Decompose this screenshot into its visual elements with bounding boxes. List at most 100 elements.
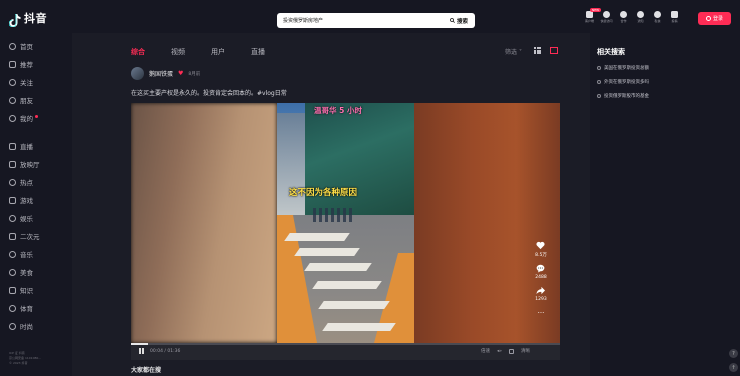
more-button[interactable]: ...: [538, 308, 545, 315]
sidebar-item-label: 音乐: [20, 251, 33, 259]
footer-line[interactable]: © 2023 抖音: [9, 361, 41, 366]
sidebar-item-follow[interactable]: 关注: [9, 77, 33, 87]
logo-text: 抖音: [24, 12, 47, 25]
sidebar-item-sports[interactable]: 体育: [9, 303, 33, 313]
video-overlay-top: 温哥华 5 小时: [314, 106, 362, 115]
notification-button[interactable]: 通知: [632, 11, 649, 23]
speed-button[interactable]: 倍速: [481, 348, 490, 354]
sidebar-footer: ICP 证 抖音 京公网安备 1101080... © 2023 抖音: [9, 351, 41, 366]
filter-button[interactable]: 筛选 ˅: [505, 47, 522, 56]
sidebar-item-label: 美食: [20, 269, 33, 277]
upload-button[interactable]: 投稿: [666, 11, 683, 23]
video-player[interactable]: 温哥华 5 小时 这不因为各种原因 8.5万 2488 1293 ... 00:…: [131, 103, 560, 360]
quick-access-label: 快捷访问: [600, 19, 613, 23]
sidebar-item-label: 体育: [20, 305, 33, 313]
download-icon: [586, 11, 593, 18]
related-panel: 相关搜索 美国在俄罗斯投资总额 外资在俄罗斯投资多吗 投资俄罗斯股市的基金: [590, 33, 740, 376]
quick-access-button[interactable]: 快捷访问: [598, 11, 615, 23]
sidebar-item-label: 二次元: [20, 233, 40, 241]
sidebar-item-anime[interactable]: 二次元: [9, 231, 40, 241]
sidebar-item-hot[interactable]: 热点: [9, 177, 33, 187]
tab-user[interactable]: 用户: [211, 47, 251, 57]
login-label: 登录: [712, 16, 723, 22]
live-icon: [9, 142, 16, 150]
sidebar-item-mine[interactable]: 我的: [9, 113, 38, 123]
related-item[interactable]: 外资在俄罗斯投资多吗: [597, 79, 649, 85]
sidebar-item-knowledge[interactable]: 知识: [9, 285, 33, 295]
sidebar-item-food[interactable]: 美食: [9, 267, 33, 277]
login-button[interactable]: 登录: [698, 12, 731, 25]
sidebar-item-label: 知识: [20, 287, 33, 295]
comment-button[interactable]: 2488: [535, 264, 547, 280]
related-item[interactable]: 投资俄罗斯股市的基金: [597, 93, 649, 99]
list-view-icon[interactable]: [550, 47, 558, 54]
share-count: 1293: [535, 297, 547, 302]
post-caption[interactable]: 在这买主要产权是永久的。投资肯定会回本的。#vlog日常: [131, 88, 287, 97]
message-button[interactable]: 私信: [649, 11, 666, 23]
sidebar-item-label: 推荐: [20, 61, 33, 69]
back-to-top-icon[interactable]: ↑: [729, 363, 738, 372]
grid-view-icon[interactable]: [534, 47, 541, 54]
douyin-logo-icon: [8, 12, 21, 27]
tab-live[interactable]: 直播: [251, 47, 291, 57]
unread-dot: [35, 114, 38, 118]
ball-icon: [9, 304, 16, 312]
upload-icon: [671, 11, 678, 18]
tab-video[interactable]: 视频: [171, 47, 211, 57]
sidebar-item-label: 时尚: [20, 323, 33, 331]
friends-icon: [9, 96, 16, 104]
help-icon[interactable]: ?: [729, 349, 738, 358]
logo[interactable]: 抖音: [8, 10, 47, 27]
star-icon: [603, 11, 610, 18]
sidebar-item-game[interactable]: 游戏: [9, 195, 33, 205]
avatar[interactable]: [131, 67, 144, 80]
sidebar-item-label: 放映厅: [20, 161, 40, 169]
sidebar-item-label: 我的: [20, 115, 33, 123]
post-author: 鹅国铁蛋 ♥ 8月前: [131, 67, 200, 80]
sidebar-item-home[interactable]: 首页: [9, 41, 33, 51]
top-bar: 抖音 搜索 NEW 客户端 快捷访问 合作: [0, 0, 740, 33]
search-input[interactable]: [277, 13, 450, 28]
person-icon: [9, 78, 16, 86]
video-frame: [277, 103, 414, 343]
filter-label: 筛选: [505, 49, 518, 56]
sidebar-item-cinema[interactable]: 放映厅: [9, 159, 40, 169]
tab-general[interactable]: 综合: [131, 47, 171, 57]
search-icon: [597, 80, 601, 84]
sidebar-item-fashion[interactable]: 时尚: [9, 321, 33, 331]
sidebar-item-label: 游戏: [20, 197, 33, 205]
sidebar-item-music[interactable]: 音乐: [9, 249, 33, 259]
like-button[interactable]: 8.5万: [535, 241, 547, 258]
quality-button[interactable]: 清晰: [521, 348, 530, 354]
pause-icon[interactable]: [139, 348, 144, 354]
sidebar-item-live[interactable]: 直播: [9, 141, 33, 151]
sidebar: 首页 推荐 关注 朋友 我的 直播 放映厅 热点 游戏 娱乐 二次元 音乐 美食…: [0, 33, 72, 376]
bell-icon: [637, 11, 644, 18]
related-item[interactable]: 美国在俄罗斯投资总额: [597, 65, 649, 71]
author-name[interactable]: 鹅国铁蛋: [149, 69, 173, 78]
progress-bar[interactable]: [131, 343, 560, 345]
playback-time: 00:04 / 01:36: [150, 349, 181, 354]
sidebar-item-entertainment[interactable]: 娱乐: [9, 213, 33, 223]
share-button[interactable]: 1293: [535, 286, 547, 302]
cinema-icon: [9, 160, 16, 168]
sidebar-item-recommend[interactable]: 推荐: [9, 59, 33, 69]
fullscreen-icon[interactable]: [509, 348, 515, 354]
client-button[interactable]: NEW 客户端: [581, 8, 602, 23]
message-label: 私信: [654, 19, 661, 23]
sidebar-item-label: 直播: [20, 143, 33, 151]
book-icon: [9, 286, 16, 294]
cooperation-button[interactable]: 合作: [615, 11, 632, 23]
related-title: 相关搜索: [597, 48, 625, 56]
food-icon: [9, 268, 16, 276]
search-icon: [597, 66, 601, 70]
search-button[interactable]: 搜索: [450, 17, 475, 25]
fire-icon: [9, 178, 16, 186]
home-icon: [9, 42, 16, 50]
progress-fill: [131, 343, 149, 345]
volume-icon[interactable]: ◂»: [497, 349, 502, 354]
search-icon: [450, 18, 455, 23]
search-icon: [597, 94, 601, 98]
person-icon: [705, 16, 711, 21]
sidebar-item-friends[interactable]: 朋友: [9, 95, 33, 105]
